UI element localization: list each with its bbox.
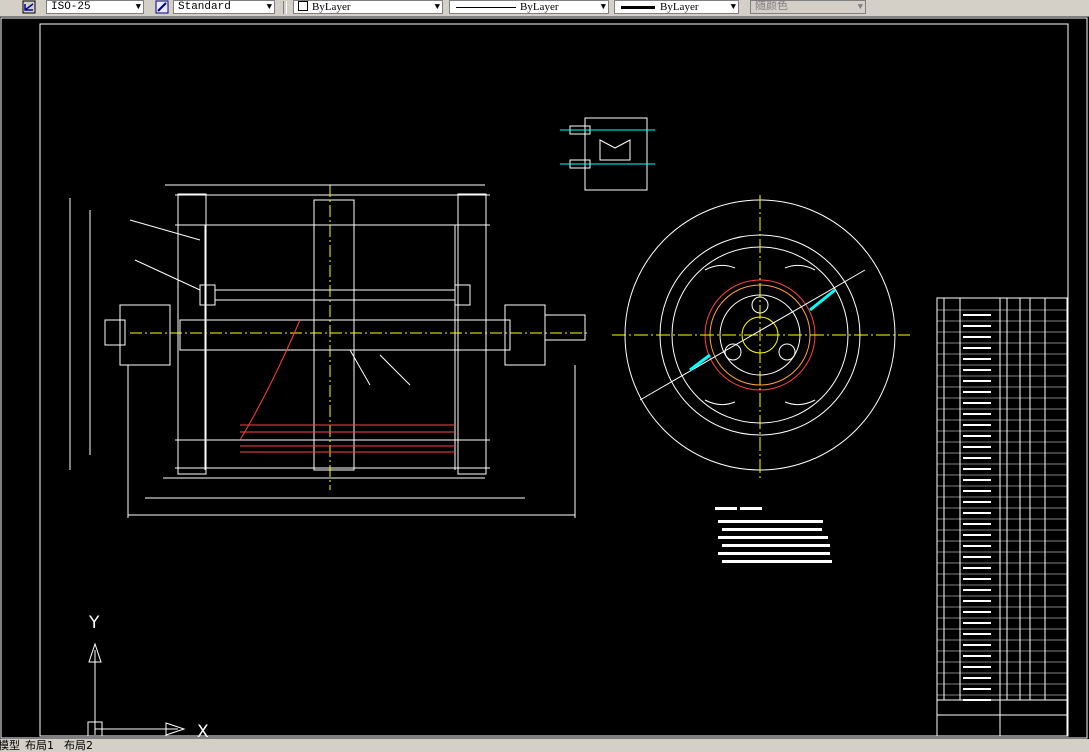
parts-list-entry — [963, 369, 991, 371]
parts-list-entry — [963, 622, 991, 624]
linetype-select[interactable]: ByLayer ▼ — [449, 0, 609, 14]
table-style-icon[interactable] — [155, 0, 169, 14]
chevron-down-icon: ▼ — [434, 2, 440, 12]
parts-list-entry — [963, 633, 991, 635]
parts-list-entry — [963, 391, 991, 393]
parts-list-entry — [963, 611, 991, 613]
drawing-canvas[interactable]: Y X — [0, 17, 1089, 739]
ucs-icon — [87, 642, 186, 737]
parts-list-entry — [963, 479, 991, 481]
parts-list-entry — [963, 468, 991, 470]
layer-color-select[interactable]: ByLayer ▼ — [293, 0, 443, 14]
parts-list-entry — [963, 358, 991, 360]
chevron-down-icon: ▼ — [135, 2, 141, 12]
detail-view[interactable] — [560, 117, 655, 191]
tab-layout2[interactable]: 布局2 — [64, 739, 93, 752]
parts-list-entry — [963, 457, 991, 459]
parts-list-entry — [963, 699, 991, 701]
section-view[interactable] — [69, 184, 590, 518]
parts-list-entry — [963, 589, 991, 591]
side-view[interactable] — [612, 195, 910, 480]
technical-notes — [715, 507, 832, 563]
tab-layout1[interactable]: 布局1 — [25, 739, 54, 752]
layout-tabs: 模型 布局1 布局2 — [0, 739, 1089, 752]
parts-list-entry — [963, 380, 991, 382]
linetype-preview-icon — [456, 7, 516, 8]
parts-list-entry — [963, 556, 991, 558]
parts-list-entry — [963, 402, 991, 404]
linetype-value: ByLayer — [520, 1, 559, 13]
table-style-select[interactable]: Standard ▼ — [173, 0, 275, 14]
chevron-down-icon: ▼ — [730, 2, 736, 12]
layer-color-value: ByLayer — [312, 1, 351, 13]
parts-list-entry — [963, 545, 991, 547]
parts-list-entry — [963, 512, 991, 514]
parts-list-entry — [963, 666, 991, 668]
dimension-style-select[interactable]: ISO-25 ▼ — [46, 0, 144, 14]
ucs-x-label: X — [197, 722, 209, 739]
dimension-style-icon[interactable] — [22, 0, 36, 14]
properties-toolbar: ISO-25 ▼ Standard ▼ ByLayer ▼ ByLayer ▼ … — [0, 0, 1089, 17]
parts-list-entry — [963, 424, 991, 426]
parts-list-entry — [963, 314, 991, 316]
color-swatch-icon — [298, 1, 308, 11]
parts-list-entry — [963, 446, 991, 448]
parts-list-entry — [963, 347, 991, 349]
parts-list-entry — [963, 490, 991, 492]
parts-list-entry — [963, 413, 991, 415]
lineweight-value: ByLayer — [660, 1, 699, 13]
parts-list-entry — [963, 523, 991, 525]
parts-list-entry — [963, 435, 991, 437]
parts-list-entry — [963, 655, 991, 657]
parts-list-entry — [963, 578, 991, 580]
dimension-style-value: ISO-25 — [51, 1, 91, 13]
parts-list-entry — [963, 600, 991, 602]
parts-list-entry — [963, 688, 991, 690]
chevron-down-icon: ▼ — [600, 2, 606, 12]
parts-list-rows — [937, 309, 1067, 701]
lineweight-select[interactable]: ByLayer ▼ — [614, 0, 739, 14]
lineweight-preview-icon — [621, 6, 655, 9]
parts-list-entry — [963, 677, 991, 679]
drawing-border — [0, 17, 1088, 739]
tab-model[interactable]: 模型 — [0, 739, 20, 752]
parts-list-entry — [963, 644, 991, 646]
toolbar-separator — [283, 1, 287, 14]
parts-list-entry — [963, 336, 991, 338]
parts-list-entry — [963, 567, 991, 569]
parts-list-entry — [963, 534, 991, 536]
plot-style-value: 随颜色 — [755, 1, 788, 13]
title-block — [936, 297, 1068, 737]
table-style-value: Standard — [178, 1, 231, 13]
chevron-down-icon: ▼ — [266, 2, 272, 12]
chevron-down-icon: ▼ — [857, 2, 863, 12]
parts-list-entry — [963, 325, 991, 327]
parts-list-entry — [963, 501, 991, 503]
ucs-y-label: Y — [88, 613, 100, 633]
plot-style-select[interactable]: 随颜色 ▼ — [750, 0, 866, 14]
